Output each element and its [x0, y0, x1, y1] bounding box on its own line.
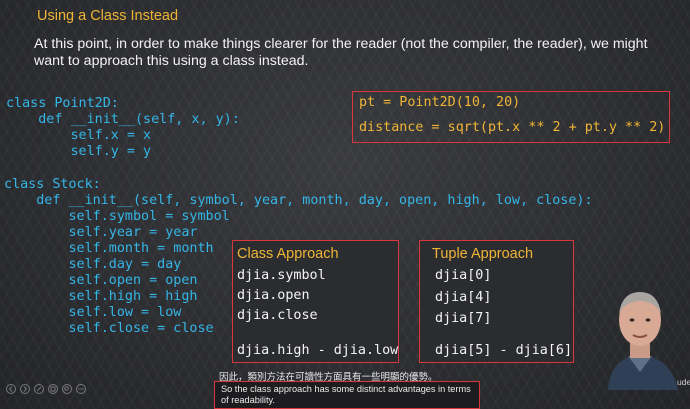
code-line: self.symbol = symbol: [4, 209, 230, 224]
class-approach-line: djia.close: [237, 308, 318, 323]
brand-watermark: ude: [677, 377, 690, 387]
tuple-approach-heading: Tuple Approach: [432, 246, 534, 262]
slide-title: Using a Class Instead: [37, 8, 179, 24]
point-example-line2: distance = sqrt(pt.x ** 2 + pt.y ** 2): [359, 120, 666, 135]
class-approach-line: djia.symbol: [237, 268, 326, 283]
tuple-approach-line: djia[0]: [435, 268, 492, 283]
code-line: def __init__(self, x, y):: [6, 112, 240, 127]
point-example-line1: pt = Point2D(10, 20): [359, 95, 521, 110]
pen-icon[interactable]: [34, 384, 44, 394]
tuple-approach-line: djia[7]: [435, 311, 492, 326]
grid-icon[interactable]: [48, 384, 58, 394]
code-line: self.y = y: [6, 144, 152, 159]
code-line: class Stock:: [4, 177, 101, 192]
class-approach-line: djia.high - djia.low: [237, 343, 399, 358]
previous-slide-icon[interactable]: [6, 384, 16, 394]
code-line: class Point2D:: [6, 96, 119, 111]
slide-intro-text: At this point, in order to make things c…: [34, 36, 648, 69]
tuple-approach-line: djia[5] - djia[6]: [435, 343, 573, 358]
zoom-icon[interactable]: [62, 384, 72, 394]
class-approach-heading: Class Approach: [237, 246, 339, 262]
class-approach-line: djia.open: [237, 288, 310, 303]
code-line: self.x = x: [6, 128, 152, 143]
code-line: self.year = year: [4, 225, 198, 240]
subtitle-english: So the class approach has some distinct …: [221, 384, 471, 405]
tuple-approach-line: djia[4]: [435, 290, 492, 305]
next-slide-icon[interactable]: [20, 384, 30, 394]
more-icon[interactable]: [76, 384, 86, 394]
presenter-video: [608, 292, 678, 390]
code-line: def __init__(self, symbol, year, month, …: [4, 193, 593, 208]
